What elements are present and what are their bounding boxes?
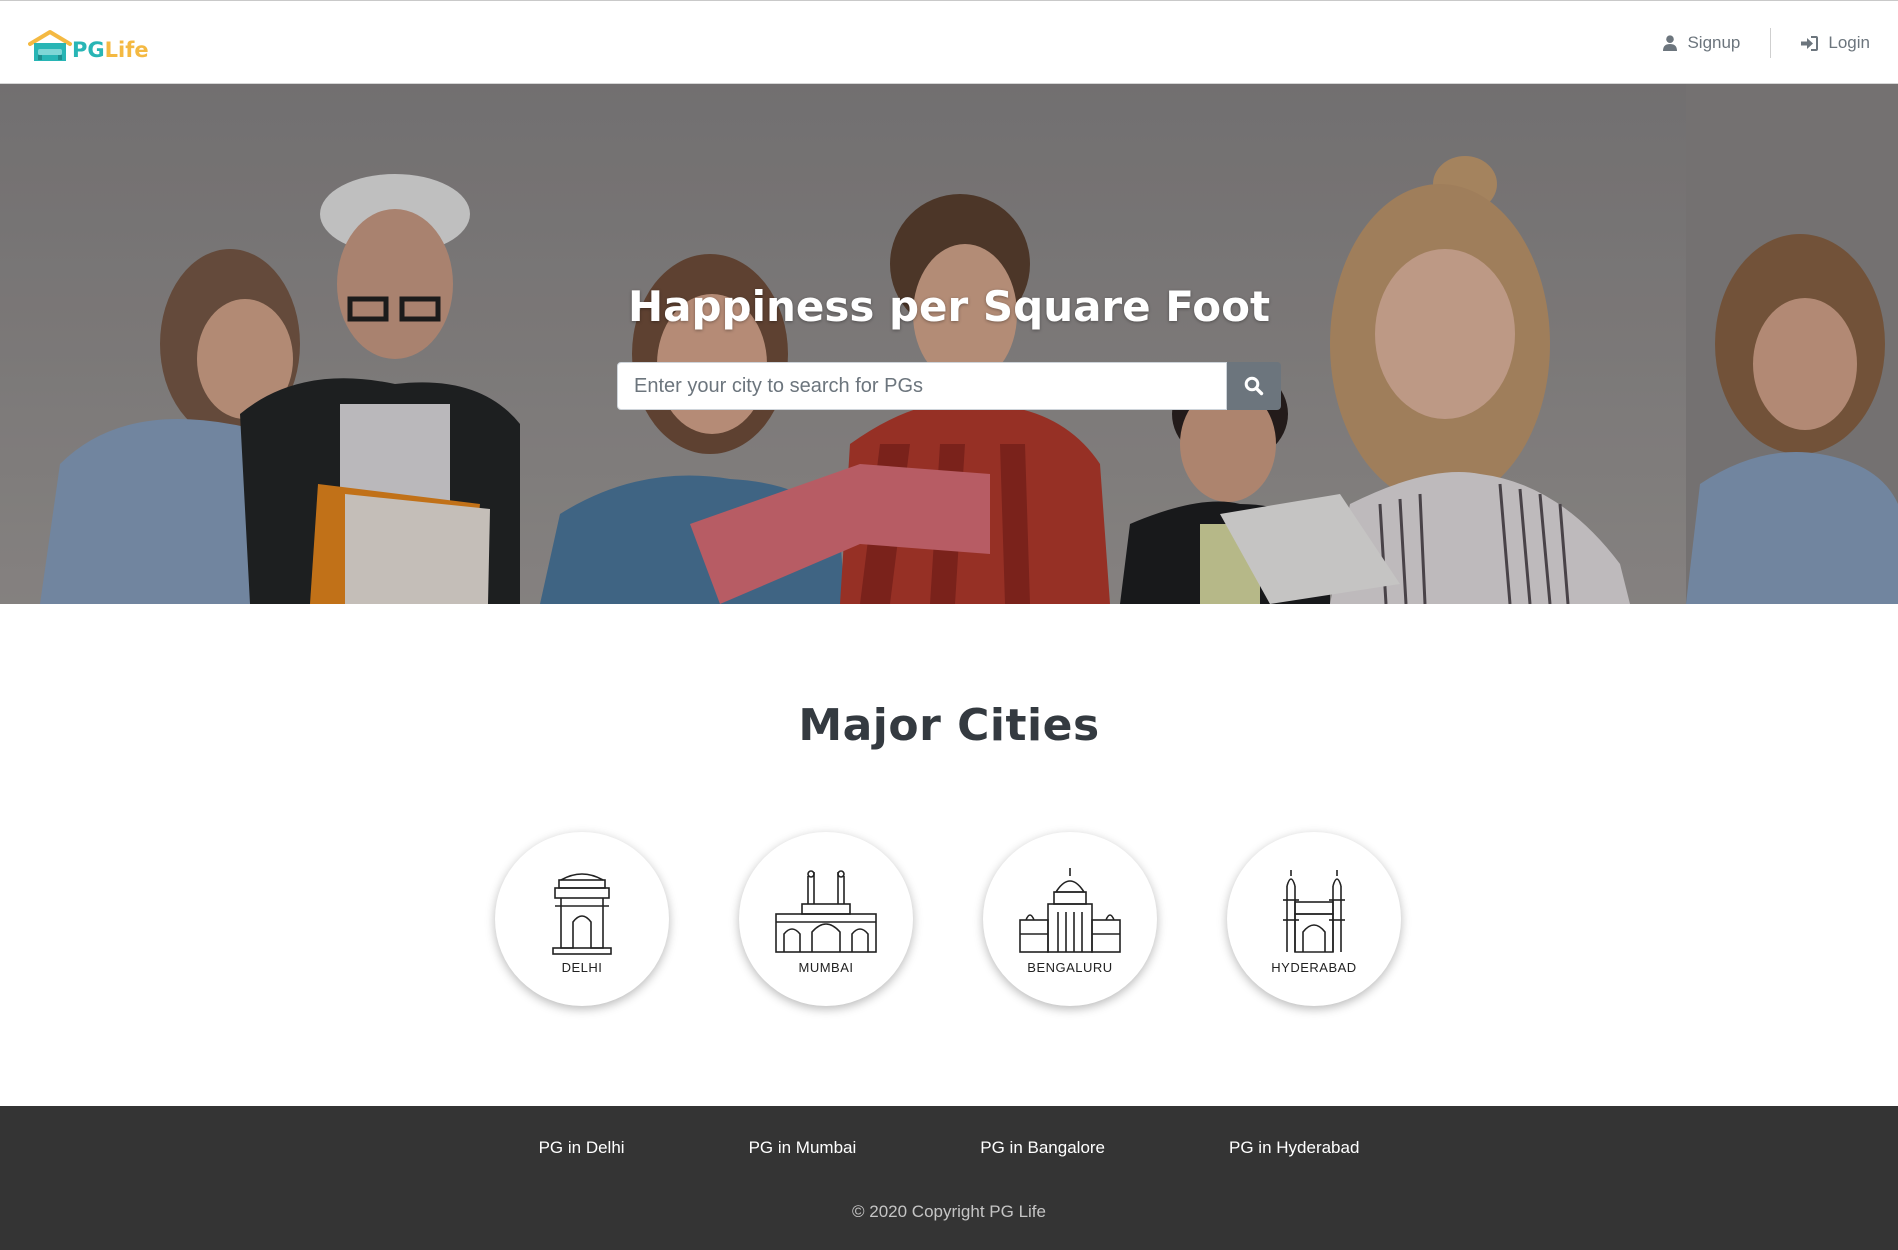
city-name: DELHI bbox=[561, 960, 603, 975]
city-name: HYDERABAD bbox=[1271, 960, 1357, 975]
site-logo[interactable]: PGLife bbox=[28, 25, 149, 63]
signup-link[interactable]: Signup bbox=[1663, 33, 1740, 53]
india-gate-icon bbox=[552, 873, 612, 955]
hero-banner: Happiness per Square Foot bbox=[0, 84, 1898, 604]
footer-link-hyderabad[interactable]: PG in Hyderabad bbox=[1229, 1138, 1359, 1158]
login-link[interactable]: Login bbox=[1801, 33, 1870, 53]
city-search-form bbox=[617, 362, 1281, 410]
city-list: DELHI MUMBAI BENGALURU HYDERABAD bbox=[495, 832, 1401, 1006]
hero-title: Happiness per Square Foot bbox=[627, 282, 1271, 331]
city-card-delhi[interactable]: DELHI bbox=[495, 832, 669, 1006]
sign-in-icon bbox=[1801, 35, 1819, 51]
footer: PG in Delhi PG in Mumbai PG in Bangalore… bbox=[0, 1106, 1898, 1250]
logo-text-life: Life bbox=[104, 38, 149, 62]
logo-text: PGLife bbox=[72, 40, 149, 63]
city-search-input[interactable] bbox=[617, 362, 1227, 410]
city-name: MUMBAI bbox=[798, 960, 854, 975]
house-logo-icon bbox=[28, 30, 72, 61]
footer-link-delhi[interactable]: PG in Delhi bbox=[539, 1138, 625, 1158]
footer-link-mumbai[interactable]: PG in Mumbai bbox=[749, 1138, 857, 1158]
footer-link-bangalore[interactable]: PG in Bangalore bbox=[980, 1138, 1105, 1158]
auth-nav: Signup Login bbox=[1663, 27, 1870, 59]
students-photo bbox=[0, 84, 1898, 604]
city-name: BENGALURU bbox=[1027, 960, 1113, 975]
nav-divider bbox=[1770, 28, 1772, 58]
major-cities-heading: Major Cities bbox=[798, 700, 1100, 751]
footer-links: PG in Delhi PG in Mumbai PG in Bangalore… bbox=[0, 1138, 1898, 1158]
city-card-hyderabad[interactable]: HYDERABAD bbox=[1227, 832, 1401, 1006]
logo-text-pg: PG bbox=[72, 38, 105, 62]
city-card-bengaluru[interactable]: BENGALURU bbox=[983, 832, 1157, 1006]
user-icon bbox=[1663, 35, 1678, 51]
copyright-text: © 2020 Copyright PG Life bbox=[852, 1202, 1046, 1221]
search-button[interactable] bbox=[1227, 362, 1281, 410]
city-card-mumbai[interactable]: MUMBAI bbox=[739, 832, 913, 1006]
vidhana-soudha-icon bbox=[1019, 868, 1121, 953]
login-label: Login bbox=[1828, 33, 1870, 52]
search-icon bbox=[1244, 376, 1264, 396]
gateway-of-india-icon bbox=[775, 870, 877, 953]
signup-label: Signup bbox=[1687, 33, 1741, 52]
charminar-icon bbox=[1283, 870, 1345, 953]
navbar: PGLife Signup Login bbox=[0, 0, 1898, 84]
